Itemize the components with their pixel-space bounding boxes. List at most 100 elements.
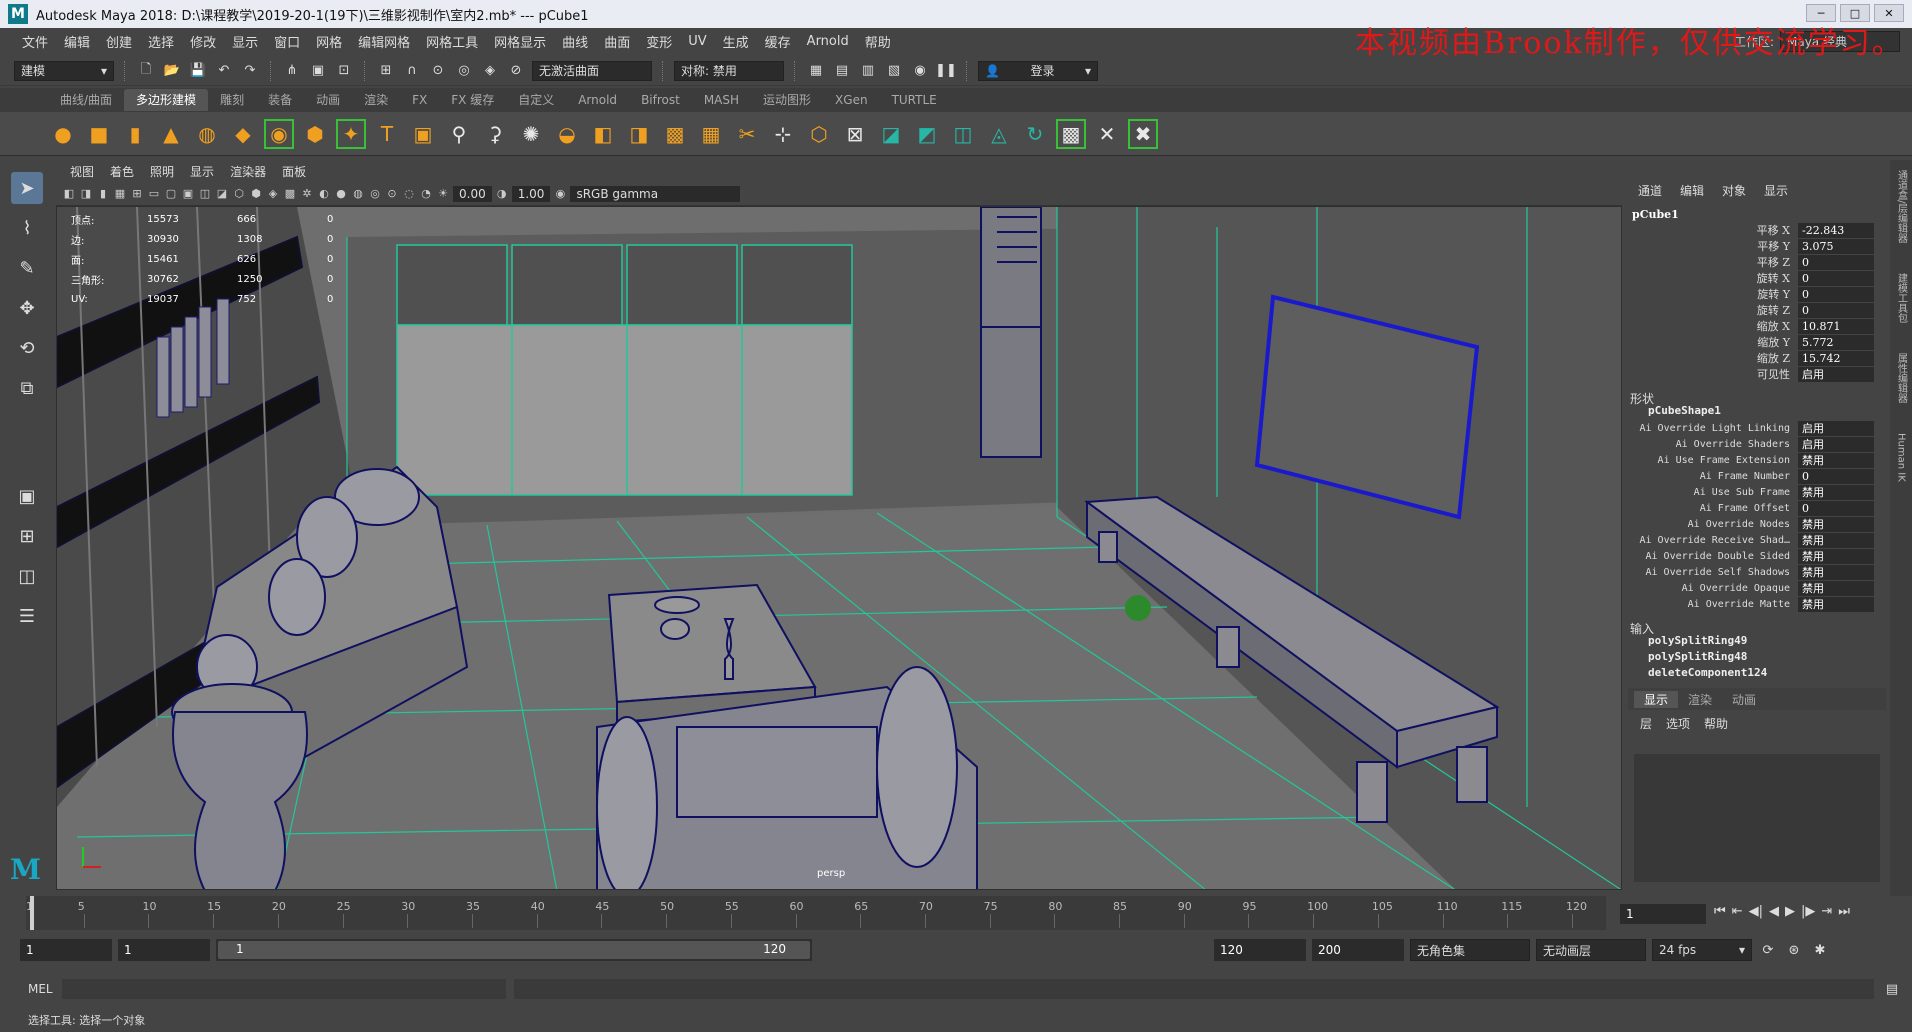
shadows-icon[interactable]: ◐ [317, 187, 331, 201]
xray-icon[interactable]: ◌ [402, 187, 416, 201]
attr-value[interactable]: 15.742 [1798, 350, 1874, 366]
attr-row[interactable]: Ai Override Light Linking 启用 [1628, 420, 1886, 436]
layout-single-icon[interactable]: ▣ [11, 480, 43, 512]
wireframe-icon[interactable]: ⬡ [232, 187, 246, 201]
layer-menu-options[interactable]: 选项 [1666, 715, 1690, 732]
unfold-icon[interactable]: ◪ [876, 119, 906, 149]
menu-deform[interactable]: 变形 [638, 32, 680, 51]
selected-object-name[interactable]: pCube1 [1628, 204, 1886, 222]
planar-map-icon[interactable]: ◫ [948, 119, 978, 149]
cylindrical-map-icon[interactable]: ◬ [984, 119, 1014, 149]
multicut-icon[interactable]: ✂ [732, 119, 762, 149]
play-backward-icon[interactable]: ◀ [1769, 904, 1779, 919]
separate-icon[interactable]: ⚳ [480, 119, 510, 149]
attr-value[interactable]: 启用 [1798, 420, 1874, 436]
step-forward-key-icon[interactable]: ⇥ [1821, 904, 1832, 919]
shelf-tab-xgen[interactable]: XGen [823, 89, 880, 111]
gamma-icon[interactable]: ◑ [495, 187, 509, 201]
time-ruler[interactable]: 1510152025303540455055606570758085909510… [26, 896, 1606, 930]
menu-mesh-display[interactable]: 网格显示 [486, 32, 554, 51]
input-node[interactable]: deleteComponent124 [1628, 666, 1886, 682]
plane-icon[interactable]: ◆ [228, 119, 258, 149]
layer-tab-anim[interactable]: 动画 [1722, 691, 1766, 708]
shelf-tab-custom[interactable]: 自定义 [506, 89, 566, 111]
shelf-tab-fx[interactable]: FX [400, 89, 439, 111]
attr-row[interactable]: Ai Frame Offset 0 [1628, 500, 1886, 516]
layer-tab-display[interactable]: 显示 [1634, 690, 1679, 708]
hypershade-icon[interactable]: ◉ [910, 61, 930, 81]
menu-set-dropdown[interactable]: 建模 ▾ [14, 60, 114, 81]
side-tab-channel-box[interactable]: 通道盒/层编辑器 [1894, 170, 1909, 243]
attr-value[interactable]: 禁用 [1798, 452, 1874, 468]
select-arrow-icon[interactable]: ➤ [11, 172, 43, 204]
current-frame-field[interactable]: 1 [1620, 904, 1706, 924]
attr-value[interactable]: 0 [1798, 286, 1874, 302]
cb-menu-edit[interactable]: 编辑 [1680, 182, 1704, 204]
menu-uv[interactable]: UV [680, 34, 714, 49]
camera-select-icon[interactable]: ◧ [62, 187, 76, 201]
menu-cache[interactable]: 缓存 [757, 32, 799, 51]
menu-mesh[interactable]: 网格 [308, 32, 350, 51]
attr-row[interactable]: Ai Override Self Shadows 禁用 [1628, 564, 1886, 580]
paint-icon[interactable]: ✎ [11, 252, 43, 284]
outliner-icon[interactable]: ☰ [11, 600, 43, 632]
symmetry-tool-icon[interactable]: ✖ [1128, 118, 1158, 149]
isolate-icon[interactable]: ⊙ [385, 187, 399, 201]
loop-icon[interactable]: ⟳ [1758, 940, 1778, 960]
cylinder-icon[interactable]: ▮ [120, 119, 150, 149]
exposure-icon[interactable]: ☀ [436, 187, 450, 201]
color-management-icon[interactable]: ◉ [553, 187, 567, 201]
render-view-icon[interactable]: ▦ [806, 61, 826, 81]
attr-row[interactable]: 平移 Y 3.075 [1628, 238, 1886, 254]
snap-point-icon[interactable]: ⊙ [428, 61, 448, 81]
grid-icon[interactable]: ⊞ [130, 187, 144, 201]
rotate-icon[interactable]: ⟲ [11, 332, 43, 364]
render-settings-icon[interactable]: ▧ [884, 61, 904, 81]
ao-icon[interactable]: ● [334, 187, 348, 201]
shelf-tab-sculpting[interactable]: 雕刻 [208, 89, 256, 111]
login-dropdown[interactable]: 👤 登录 ▾ [978, 60, 1098, 81]
attr-value[interactable]: -22.843 [1798, 222, 1874, 238]
wireframe-on-shaded-icon[interactable]: ◈ [266, 187, 280, 201]
shelf-tab-bifrost[interactable]: Bifrost [629, 89, 692, 111]
character-set-dropdown[interactable]: 无角色集 [1410, 939, 1530, 961]
shape-node-name[interactable]: pCubeShape1 [1628, 404, 1886, 420]
step-back-frame-icon[interactable]: ◀| [1749, 904, 1763, 919]
cone-icon[interactable]: ▲ [156, 119, 186, 149]
surface-dropdown[interactable]: 无激活曲面 [532, 60, 652, 81]
layer-menu-layers[interactable]: 层 [1640, 715, 1652, 732]
attr-row[interactable]: Ai Use Sub Frame 禁用 [1628, 484, 1886, 500]
antialias-icon[interactable]: ◎ [368, 187, 382, 201]
gate-mask-icon[interactable]: ▣ [181, 187, 195, 201]
auto-key-icon[interactable]: ⊛ [1784, 940, 1804, 960]
go-to-end-icon[interactable]: ⏭ [1838, 904, 1850, 919]
snap-grid-icon[interactable]: ⊞ [376, 61, 396, 81]
menu-mesh-tools[interactable]: 网格工具 [418, 32, 486, 51]
attr-row[interactable]: 旋转 Y 0 [1628, 286, 1886, 302]
range-handle[interactable] [218, 941, 810, 959]
symmetry-dropdown[interactable]: 对称: 禁用 [674, 60, 784, 81]
exposure-field[interactable]: 0.00 [453, 185, 492, 202]
combine-icon[interactable]: ⚲ [444, 119, 474, 149]
snap-surface-icon[interactable]: ◈ [480, 61, 500, 81]
shelf-tab-motion-graphics[interactable]: 运动图形 [751, 89, 823, 111]
step-back-key-icon[interactable]: ⇤ [1732, 904, 1743, 919]
command-input[interactable] [62, 979, 506, 999]
field-chart-icon[interactable]: ◫ [198, 187, 212, 201]
camera-attr-icon[interactable]: ◨ [79, 187, 93, 201]
render-frame-icon[interactable]: ▤ [832, 61, 852, 81]
perspective-viewport[interactable]: 顶点: 15573 666 0 边: 30930 1308 0 面: 15461… [56, 206, 1622, 890]
attr-row[interactable]: 旋转 X 0 [1628, 270, 1886, 286]
side-tab-modeling-toolkit[interactable]: 建模工具包 [1894, 273, 1909, 323]
attr-row[interactable]: 旋转 Z 0 [1628, 302, 1886, 318]
bridge-icon[interactable]: ◧ [588, 119, 618, 149]
merge-icon[interactable]: ▦ [696, 119, 726, 149]
shelf-tab-arnold[interactable]: Arnold [566, 89, 629, 111]
menu-display[interactable]: 显示 [224, 32, 266, 51]
input-node[interactable]: polySplitRing48 [1628, 650, 1886, 666]
torus-icon[interactable]: ◍ [192, 119, 222, 149]
shelf-tab-animation[interactable]: 动画 [304, 89, 352, 111]
shelf-tab-rigging[interactable]: 装备 [256, 89, 304, 111]
menu-surfaces[interactable]: 曲面 [596, 32, 638, 51]
attr-value[interactable]: 3.075 [1798, 238, 1874, 254]
